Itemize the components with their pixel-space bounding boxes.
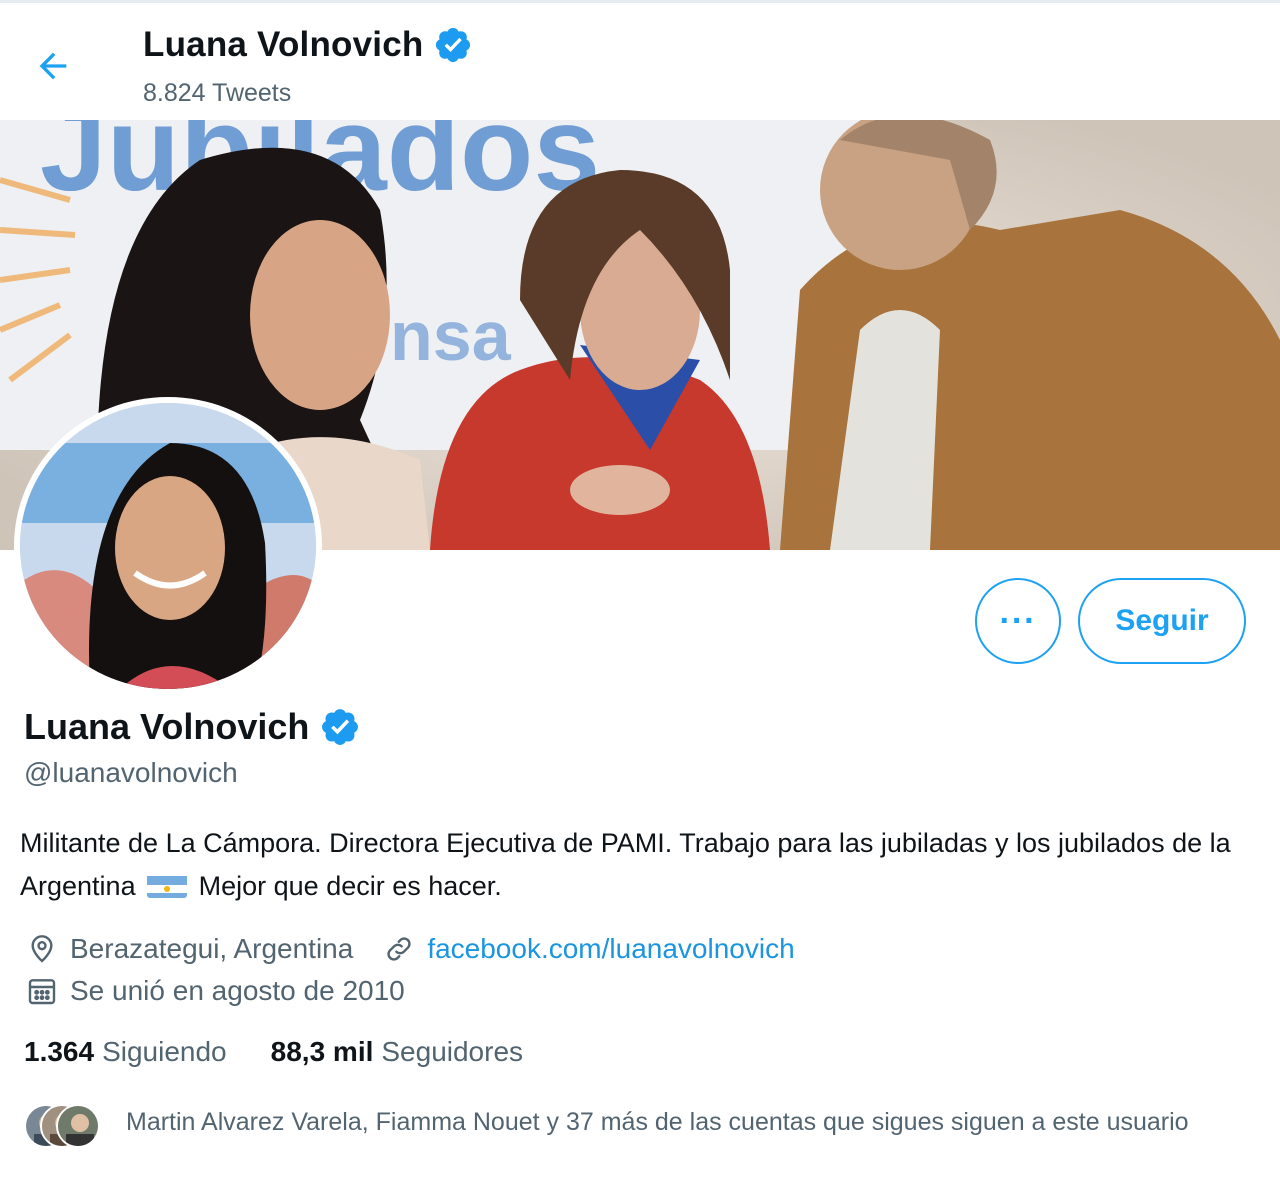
followers-you-know-text: Martin Alvarez Varela, Fiamma Nouet y 37…	[126, 1108, 1189, 1136]
avatar-image	[20, 403, 316, 689]
bio-text-2: Mejor que decir es hacer.	[198, 871, 502, 901]
more-options-button[interactable]: ···	[975, 578, 1061, 664]
followers-stat[interactable]: 88,3 mil Seguidores	[271, 1036, 523, 1068]
following-stat[interactable]: 1.364 Siguiendo	[24, 1036, 227, 1068]
calendar-icon	[24, 973, 60, 1009]
back-button[interactable]	[24, 37, 82, 95]
following-count: 1.364	[24, 1036, 95, 1067]
mutual-avatar	[56, 1104, 100, 1148]
mutual-avatars	[24, 1104, 104, 1148]
link-icon	[381, 931, 417, 967]
verified-badge-icon	[436, 27, 471, 63]
svg-text:nsa: nsa	[390, 297, 512, 375]
tweet-count: 8.824 Tweets	[143, 79, 292, 107]
header-name: Luana Volnovich	[143, 25, 424, 64]
profile-website-link[interactable]: facebook.com/luanavolnovich	[427, 933, 794, 965]
profile-meta-row-2: Se unió en agosto de 2010	[24, 970, 405, 1012]
profile-bio: Militante de La Cámpora. Directora Ejecu…	[20, 822, 1260, 908]
follow-button[interactable]: Seguir	[1078, 578, 1246, 664]
profile-name: Luana Volnovich	[24, 706, 361, 748]
followers-label: Seguidores	[381, 1036, 524, 1067]
verified-badge-icon	[322, 709, 359, 745]
profile-stats: 1.364 Siguiendo 88,3 mil Seguidores	[24, 1036, 523, 1068]
profile-location: Berazategui, Argentina	[70, 933, 354, 964]
followers-count: 88,3 mil	[270, 1036, 374, 1067]
profile-join-date: Se unió en agosto de 2010	[70, 975, 405, 1006]
profile-handle: @luanavolnovich	[24, 757, 238, 788]
arrow-left-icon	[39, 52, 67, 80]
profile-meta-row: Berazategui, Argentina facebook.com/luan…	[24, 928, 795, 970]
header-title: Luana Volnovich	[143, 25, 473, 65]
profile-avatar[interactable]	[14, 397, 322, 695]
argentina-flag-icon	[147, 872, 188, 898]
profile-header-bar: Luana Volnovich 8.824 Tweets	[0, 0, 1280, 120]
display-name: Luana Volnovich	[24, 706, 310, 747]
location-pin-icon	[24, 931, 60, 967]
following-label: Siguiendo	[102, 1036, 227, 1067]
